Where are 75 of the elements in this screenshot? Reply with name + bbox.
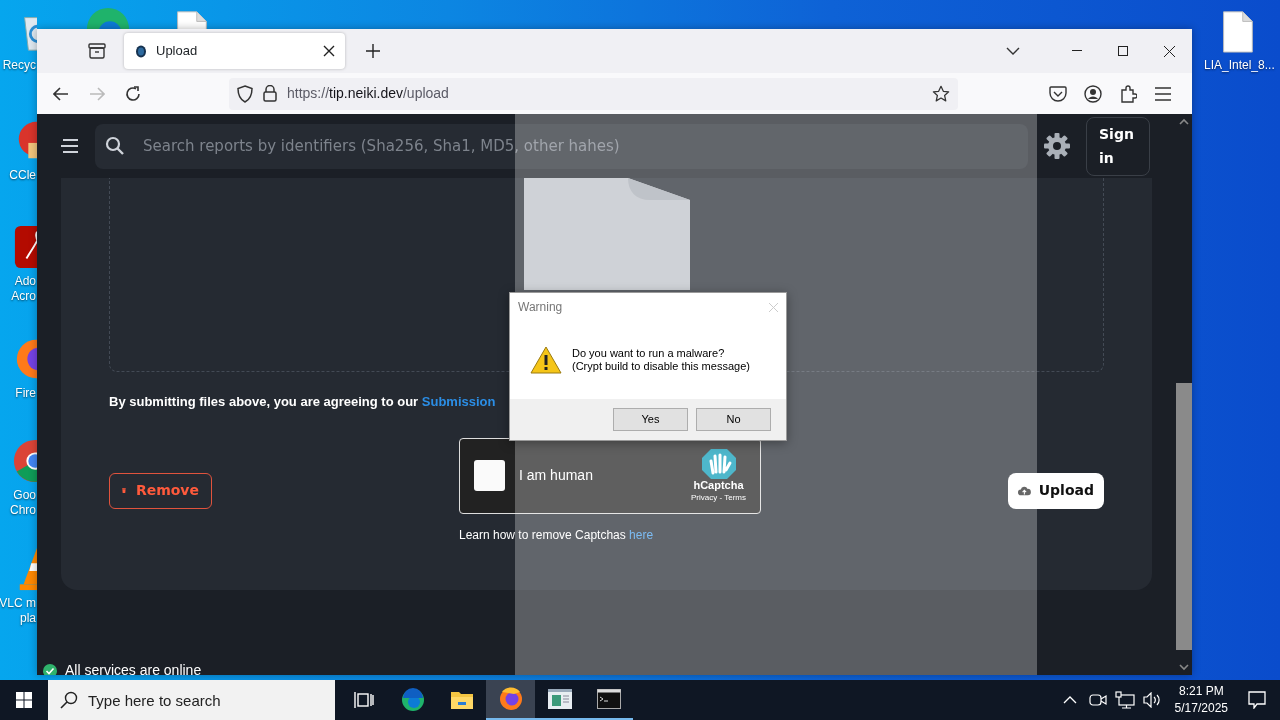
task-view-icon: [353, 691, 374, 709]
dialog-message: (Crypt build to disable this message): [572, 360, 750, 373]
chevron-up-icon[interactable]: [1062, 696, 1077, 704]
captcha-label: I am human: [519, 466, 594, 485]
close-tab-button[interactable]: [323, 45, 335, 57]
search-icon: [60, 691, 78, 709]
reload-icon: [125, 85, 141, 102]
here-link[interactable]: here: [629, 527, 654, 542]
browser-tab[interactable]: Upload: [124, 33, 345, 69]
status-text: All services are online: [65, 661, 202, 675]
firefox-icon: [497, 686, 524, 712]
close-icon: [323, 45, 335, 57]
url-text: https://tip.neiki.dev/upload: [287, 84, 450, 103]
desktop-icon-label[interactable]: Recyc: [2, 58, 36, 73]
notification-icon[interactable]: [1248, 691, 1266, 709]
app-window-icon: [546, 688, 573, 710]
star-icon[interactable]: [932, 84, 950, 103]
edge-icon: [400, 688, 425, 712]
close-icon: [1163, 45, 1175, 57]
menu-icon: [1155, 86, 1171, 101]
sign-in-button[interactable]: Sign in: [1086, 116, 1150, 176]
minimize-icon: [1072, 50, 1082, 52]
desktop-icon-label[interactable]: LIA_Intel_8...: [1204, 58, 1275, 73]
clock-time[interactable]: 8:21 PM: [1178, 683, 1224, 700]
bug-icon: [134, 44, 148, 58]
remove-button[interactable]: Remove: [109, 472, 212, 509]
upload-button[interactable]: Upload: [1008, 472, 1104, 509]
network-icon[interactable]: [1114, 691, 1135, 709]
document-icon: [523, 178, 690, 290]
desktop-icon-label[interactable]: VLC m: [0, 596, 36, 611]
plus-icon: [366, 44, 380, 58]
terms-notice: By submitting files above, you are agreeing to our Submission: [109, 393, 497, 411]
taskbar-search-field[interactable]: Type here to search: [48, 680, 335, 720]
dialog-message: Do you want to run a malware?: [572, 347, 726, 360]
puzzle-icon: [1119, 84, 1137, 103]
tray-icon: [88, 43, 106, 59]
dialog-title: Warning: [518, 299, 563, 316]
folder-icon: [449, 690, 474, 710]
desktop-icon-label[interactable]: Acro: [11, 289, 36, 304]
pocket-icon: [1049, 85, 1067, 102]
firefox-taskbar-button[interactable]: [486, 680, 535, 720]
scrollbar-thumb[interactable]: [1176, 383, 1192, 650]
volume-icon[interactable]: [1142, 692, 1163, 708]
captcha-checkbox[interactable]: [474, 460, 505, 491]
lock-icon[interactable]: [263, 85, 277, 102]
shield-icon[interactable]: [237, 84, 253, 103]
desktop-icon-label[interactable]: Goo: [13, 488, 36, 503]
captcha-help-text: Learn how to remove Captchas here: [459, 526, 655, 544]
warning-icon: [530, 346, 562, 374]
settings-icon[interactable]: [1044, 133, 1070, 159]
desktop-icon-label[interactable]: Fire: [15, 386, 36, 401]
address-bar[interactable]: https://tip.neiki.dev/upload: [229, 77, 958, 110]
desktop-icon-label[interactable]: Ado: [14, 274, 36, 289]
left-arrow-icon: [53, 86, 69, 101]
terminal-icon: [596, 689, 621, 709]
desktop-icon-label[interactable]: pla: [20, 611, 36, 626]
dialog-button[interactable]: No: [696, 408, 771, 431]
desktop-icon-label[interactable]: Chro: [10, 503, 36, 518]
maximize-icon: [1118, 46, 1128, 56]
tab-title: Upload: [156, 42, 199, 61]
captcha-brand: hCaptcha: [693, 478, 744, 492]
scrollbar[interactable]: [1176, 114, 1192, 675]
acrobat-icon[interactable]: [13, 224, 37, 270]
dialog-button[interactable]: Yes: [613, 408, 688, 431]
captcha-privacy-links[interactable]: Privacy - Terms: [691, 491, 746, 503]
camera-icon[interactable]: [1088, 692, 1107, 708]
right-arrow-icon: [89, 86, 105, 101]
search-icon: [105, 135, 125, 156]
desktop-icon-label[interactable]: CCle: [9, 168, 36, 183]
menu-icon[interactable]: [61, 139, 79, 153]
clock-date[interactable]: 5/17/2025: [1174, 700, 1228, 717]
submission-link[interactable]: Submission: [421, 394, 496, 409]
hand-icon: [701, 448, 736, 479]
account-icon: [1084, 84, 1102, 103]
windows-logo-icon: [16, 692, 32, 708]
